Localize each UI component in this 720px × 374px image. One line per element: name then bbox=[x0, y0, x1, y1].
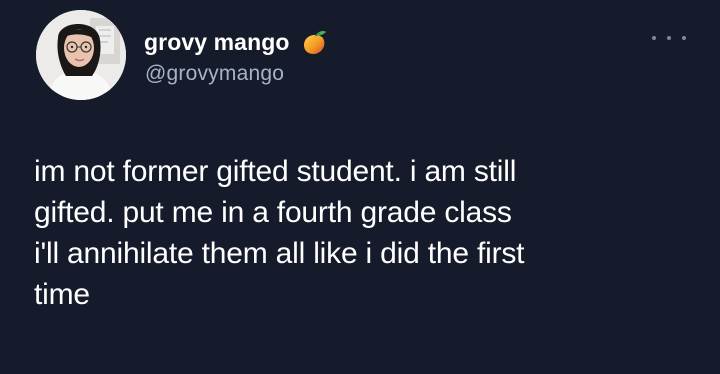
tweet-header: grovy mango @grovymango bbox=[0, 0, 720, 120]
mango-emoji-icon bbox=[298, 27, 328, 57]
more-options-icon[interactable] bbox=[652, 30, 686, 46]
more-dot bbox=[652, 36, 656, 40]
more-dot bbox=[667, 36, 671, 40]
avatar[interactable] bbox=[36, 10, 126, 100]
author-handle[interactable]: @grovymango bbox=[145, 62, 284, 86]
more-dot bbox=[682, 36, 686, 40]
tweet-text-line-3: i'll annihilate them all like i did the … bbox=[34, 237, 525, 270]
tweet-text-line-1: im not former gifted student. i am still bbox=[34, 155, 517, 188]
tweet-card: grovy mango @grovymango im not former gi… bbox=[0, 0, 720, 374]
author-name-row: grovy mango bbox=[144, 25, 328, 59]
tweet-text-line-4: time bbox=[34, 278, 90, 311]
display-name[interactable]: grovy mango bbox=[144, 29, 290, 56]
tweet-text: im not former gifted student. i am still… bbox=[34, 151, 694, 315]
tweet-text-line-2: gifted. put me in a fourth grade class bbox=[34, 196, 512, 229]
avatar-image bbox=[36, 10, 126, 100]
